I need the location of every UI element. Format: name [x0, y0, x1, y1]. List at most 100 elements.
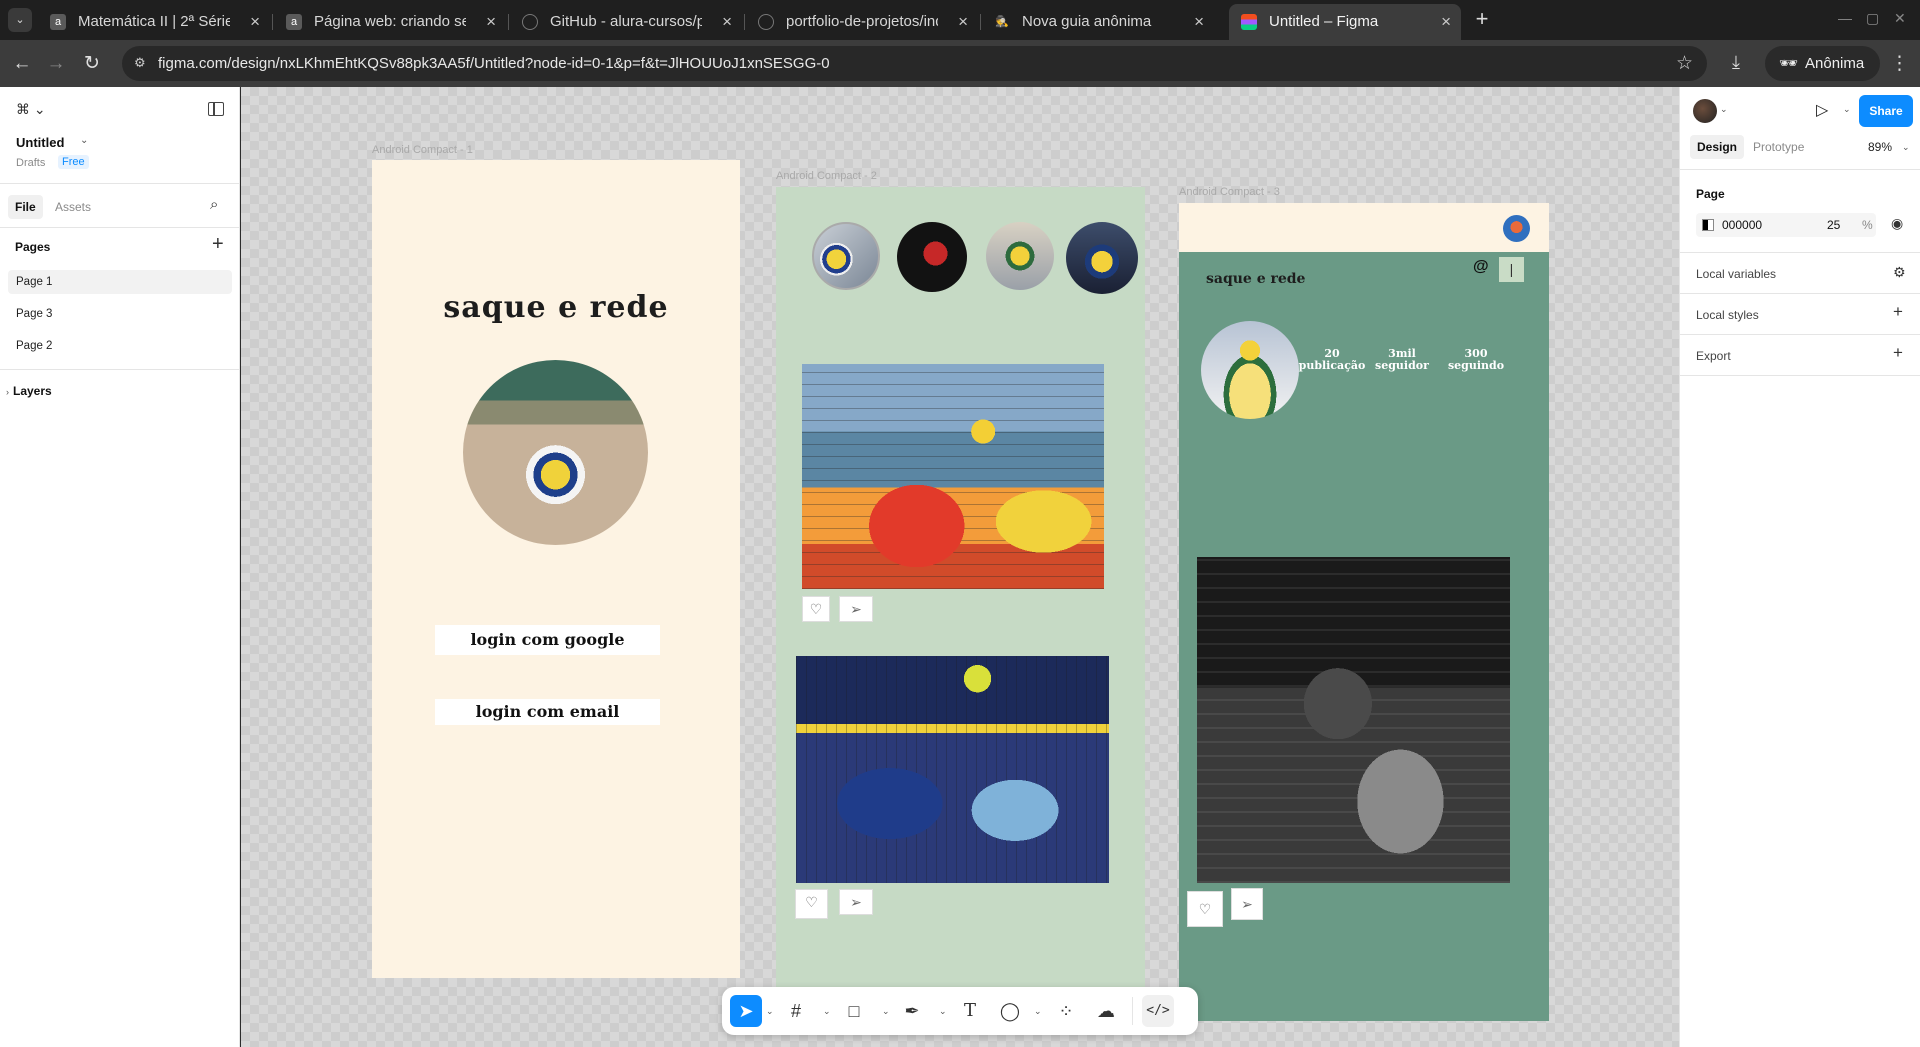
file-name[interactable]: Untitled: [16, 135, 64, 150]
opacity-value[interactable]: 25: [1827, 213, 1840, 237]
chevron-down-icon[interactable]: ⌄: [882, 995, 890, 1027]
login-frame[interactable]: saque e rede login com google login com …: [372, 160, 740, 978]
back-arrow-icon[interactable]: ←: [10, 52, 34, 76]
heart-icon[interactable]: ♡: [795, 889, 828, 919]
sidebar-toggle-icon[interactable]: [208, 102, 224, 116]
page-item[interactable]: Page 1: [8, 270, 232, 294]
tab-close-icon[interactable]: ×: [1441, 4, 1451, 40]
feed-frame[interactable]: ♡ ➢ ♡ ➢: [776, 187, 1145, 987]
present-play-icon[interactable]: ▷: [1816, 100, 1828, 120]
tab-close-icon[interactable]: ×: [958, 4, 968, 40]
story-avatar[interactable]: [986, 222, 1054, 290]
file-location[interactable]: Drafts: [16, 157, 45, 169]
resources-cloud-icon[interactable]: ☁: [1090, 995, 1122, 1027]
browser-tab[interactable]: a Página web: criando seu por ×: [274, 4, 506, 40]
volleyball-attack-photo[interactable]: [1197, 557, 1510, 883]
close-window-icon[interactable]: ✕: [1894, 10, 1906, 27]
local-variables-label[interactable]: Local variables: [1696, 267, 1776, 281]
chevron-down-icon[interactable]: ⌄: [823, 995, 831, 1027]
story-avatar[interactable]: [1066, 222, 1138, 294]
text-tool-icon[interactable]: T: [954, 995, 986, 1027]
tab-close-icon[interactable]: ×: [486, 4, 496, 40]
tab-close-icon[interactable]: ×: [722, 4, 732, 40]
volleyball-spike-photo[interactable]: [796, 656, 1109, 883]
zoom-level[interactable]: 89%: [1868, 140, 1892, 154]
rectangle-tool-icon[interactable]: □: [838, 995, 870, 1027]
send-icon[interactable]: ➢: [839, 889, 873, 915]
profile-avatar-small[interactable]: [1503, 215, 1530, 242]
dev-mode-code-icon[interactable]: </>: [1142, 995, 1174, 1027]
story-avatar[interactable]: [812, 222, 880, 290]
tab-search-chevron-icon[interactable]: ⌄: [8, 8, 32, 32]
heart-icon[interactable]: ♡: [1187, 891, 1223, 927]
design-canvas[interactable]: Android Compact - 1 Android Compact - 2 …: [241, 87, 1679, 1047]
at-symbol[interactable]: @: [1473, 258, 1489, 276]
site-settings-icon[interactable]: ⚙: [134, 55, 150, 71]
chevron-down-icon[interactable]: ⌄: [939, 995, 947, 1027]
chevron-down-icon[interactable]: ⌄: [1902, 142, 1910, 153]
incognito-profile-button[interactable]: 🕶 Anônima: [1765, 46, 1881, 81]
frame-label[interactable]: Android Compact - 1: [372, 144, 473, 156]
tab-assets[interactable]: Assets: [48, 195, 98, 219]
download-icon[interactable]: ⤓: [1732, 52, 1740, 73]
frame-label[interactable]: Android Compact - 2: [776, 170, 877, 182]
figma-main-menu-icon[interactable]: ⌘ ⌄: [16, 101, 46, 118]
local-styles-label[interactable]: Local styles: [1696, 308, 1759, 322]
layers-header[interactable]: › Layers: [6, 384, 52, 398]
color-swatch[interactable]: [1702, 219, 1714, 231]
tab-close-icon[interactable]: ×: [1194, 4, 1204, 40]
chevron-down-icon[interactable]: ⌄: [766, 995, 774, 1027]
comment-tool-icon[interactable]: ◯: [994, 995, 1026, 1027]
reload-icon[interactable]: ↻: [80, 52, 104, 76]
browser-tab[interactable]: GitHub - alura-cursos/portfo ×: [510, 4, 742, 40]
add-style-plus-icon[interactable]: +: [1893, 302, 1903, 322]
browser-tab[interactable]: portfolio-de-projetos/index. ×: [746, 4, 978, 40]
heart-icon[interactable]: ♡: [802, 596, 830, 622]
frame-tool-hash-icon[interactable]: #: [780, 995, 812, 1027]
add-export-plus-icon[interactable]: +: [1893, 343, 1903, 363]
new-tab-plus-icon[interactable]: +: [1470, 8, 1494, 32]
login-google-button[interactable]: login com google: [435, 625, 660, 655]
search-icon[interactable]: ⌕: [210, 196, 218, 213]
menu-bar-icon[interactable]: |: [1499, 257, 1524, 282]
send-icon[interactable]: ➢: [839, 596, 873, 622]
bookmark-star-icon[interactable]: ☆: [1676, 46, 1693, 81]
minimize-icon[interactable]: —: [1838, 10, 1852, 26]
pen-tool-icon[interactable]: ✒: [896, 995, 928, 1027]
volleyball-block-photo[interactable]: [802, 364, 1104, 589]
chevron-down-icon[interactable]: ⌄: [1720, 104, 1728, 115]
tab-file[interactable]: File: [8, 195, 43, 219]
maximize-icon[interactable]: ▢: [1866, 10, 1879, 27]
browser-tab-active[interactable]: Untitled – Figma ×: [1229, 4, 1461, 40]
share-button[interactable]: Share: [1859, 95, 1913, 127]
login-email-button[interactable]: login com email: [435, 699, 660, 725]
visibility-eye-icon[interactable]: ◉: [1891, 215, 1903, 232]
tab-design[interactable]: Design: [1690, 135, 1745, 159]
browser-tab[interactable]: a Matemática II | 2ª Série - [20 ×: [38, 4, 270, 40]
browser-menu-icon[interactable]: ⋮: [1890, 52, 1909, 75]
hex-value[interactable]: 000000: [1722, 213, 1762, 237]
page-item[interactable]: Page 3: [8, 302, 232, 326]
tab-prototype[interactable]: Prototype: [1746, 135, 1811, 159]
frame-label[interactable]: Android Compact - 3: [1179, 186, 1280, 198]
chevron-down-icon[interactable]: ⌄: [1843, 104, 1851, 115]
forward-arrow-icon[interactable]: →: [44, 52, 68, 76]
send-icon[interactable]: ➢: [1231, 888, 1263, 920]
profile-avatar-photo[interactable]: [1201, 321, 1299, 419]
export-label[interactable]: Export: [1696, 349, 1731, 363]
url-text[interactable]: figma.com/design/nxLKhmEhtKQSv88pk3AA5f/…: [158, 46, 830, 81]
story-avatar[interactable]: [897, 222, 967, 292]
browser-tab[interactable]: 🕵 Nova guia anônima ×: [982, 4, 1214, 40]
page-color-field[interactable]: 000000 25 %: [1696, 213, 1876, 237]
move-tool-cursor-icon[interactable]: ➤: [730, 995, 762, 1027]
user-avatar[interactable]: [1693, 99, 1717, 123]
variables-settings-icon[interactable]: ⚙: [1893, 264, 1906, 281]
address-bar[interactable]: ⚙ figma.com/design/nxLKhmEhtKQSv88pk3AA5…: [122, 46, 1707, 81]
tab-close-icon[interactable]: ×: [250, 4, 260, 40]
page-item[interactable]: Page 2: [8, 334, 232, 358]
profile-frame[interactable]: saque e rede @ | 20 publicação 3mil segu…: [1179, 203, 1549, 1021]
add-page-plus-icon[interactable]: +: [212, 233, 224, 256]
actions-grid-icon[interactable]: ⁘: [1050, 995, 1082, 1027]
chevron-down-icon[interactable]: ⌄: [1034, 995, 1042, 1027]
file-menu-chevron-icon[interactable]: ⌄: [80, 135, 88, 146]
